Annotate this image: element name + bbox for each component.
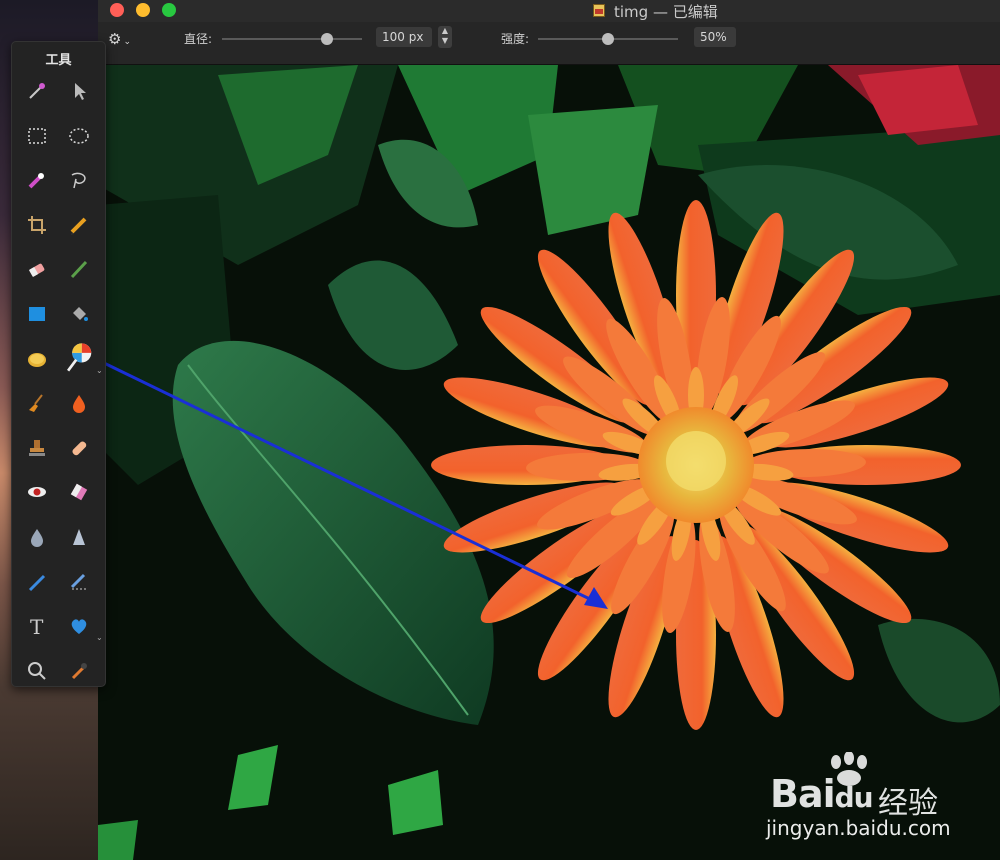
diameter-slider-knob[interactable] <box>321 33 333 45</box>
drop-fire-icon[interactable] <box>64 388 94 418</box>
arrow-pointer-icon[interactable] <box>64 76 94 106</box>
gear-icon[interactable]: ⚙ ⌄ <box>108 30 134 48</box>
coin-icon[interactable] <box>22 344 52 374</box>
zoom-button[interactable] <box>162 3 176 17</box>
rect-select-icon[interactable] <box>22 121 52 151</box>
heart-shape-icon[interactable] <box>64 611 94 641</box>
baidu-watermark: Baidu 经验 jingyan.baidu.com <box>766 752 986 842</box>
ellipse-select-icon[interactable] <box>64 121 94 151</box>
minimize-button[interactable] <box>136 3 150 17</box>
flower-photo <box>98 65 1000 860</box>
window-title: timg — 已编辑 <box>614 3 718 21</box>
eyedropper-icon[interactable] <box>64 656 94 686</box>
text-icon[interactable]: T <box>22 611 52 641</box>
svg-text:T: T <box>30 615 44 637</box>
lollipop-submenu-chevron[interactable]: ⌄ <box>96 366 103 375</box>
color-select-icon[interactable] <box>22 165 52 195</box>
broom-icon[interactable] <box>22 388 52 418</box>
paint-bucket-icon[interactable] <box>64 299 94 329</box>
brush-icon[interactable] <box>64 254 94 284</box>
magic-wand-icon[interactable] <box>22 76 52 106</box>
lollipop-icon[interactable] <box>64 342 94 374</box>
tool-palette: 工具 T ⌄ ⌄ <box>11 41 106 687</box>
gradient-eraser-icon[interactable] <box>64 477 94 507</box>
burn-icon[interactable] <box>64 567 94 597</box>
pencil-icon[interactable] <box>64 210 94 240</box>
blur-drop-icon[interactable] <box>22 522 52 552</box>
zoom-icon[interactable] <box>22 656 52 686</box>
eraser-icon[interactable] <box>22 254 52 284</box>
app-window: timg — 已编辑 ⚙ ⌄ 直径: 100 px ▲ ▼ 强度: 50% <box>98 0 1000 860</box>
strength-slider[interactable] <box>538 33 678 45</box>
options-bar: ⚙ ⌄ 直径: 100 px ▲ ▼ 强度: 50% <box>98 22 1000 65</box>
strength-label: 强度: <box>501 32 530 46</box>
diameter-field[interactable]: 100 px <box>376 27 432 47</box>
image-canvas[interactable] <box>98 65 1000 860</box>
bandage-icon[interactable] <box>64 433 94 463</box>
watermark-brand: Baidu <box>770 772 874 816</box>
watermark-url: jingyan.baidu.com <box>766 816 951 840</box>
diameter-slider[interactable] <box>222 33 362 45</box>
document-icon <box>593 4 605 17</box>
shape-icon[interactable] <box>22 299 52 329</box>
strength-slider-knob[interactable] <box>602 33 614 45</box>
stamp-icon[interactable] <box>22 433 52 463</box>
red-eye-icon[interactable] <box>22 477 52 507</box>
title-bar: timg — 已编辑 <box>98 0 1000 22</box>
diameter-stepper[interactable]: ▲ ▼ <box>438 26 452 48</box>
close-button[interactable] <box>110 3 124 17</box>
smudge-icon[interactable] <box>22 567 52 597</box>
heart-submenu-chevron[interactable]: ⌄ <box>96 633 103 642</box>
diameter-label: 直径: <box>184 32 213 46</box>
crop-icon[interactable] <box>22 210 52 240</box>
sharpen-cone-icon[interactable] <box>64 522 94 552</box>
strength-field[interactable]: 50% <box>694 27 736 47</box>
palette-title: 工具 <box>45 53 72 68</box>
lasso-icon[interactable] <box>64 165 94 195</box>
